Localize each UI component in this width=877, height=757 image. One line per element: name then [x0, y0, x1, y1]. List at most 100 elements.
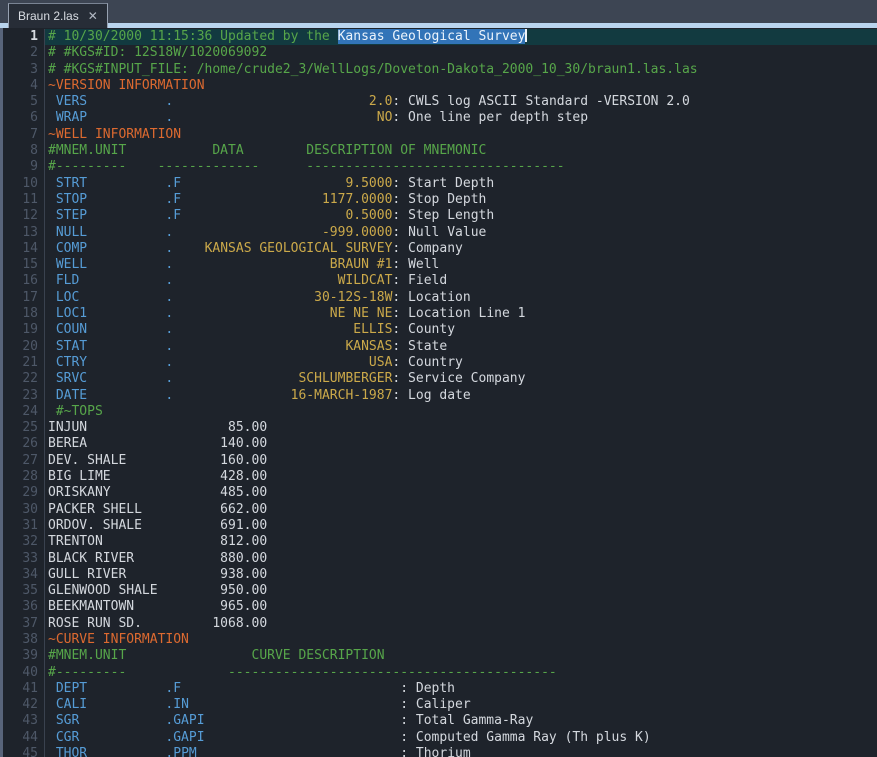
- tab-close-icon[interactable]: ✕: [88, 10, 98, 22]
- code-token: ELLIS: [353, 322, 392, 337]
- code-line[interactable]: 37ROSE RUN SD. 1068.00: [3, 616, 877, 632]
- line-number[interactable]: 13: [3, 225, 45, 241]
- code-token: TRENTON 812.00: [48, 534, 267, 549]
- code-line[interactable]: 44 CGR .GAPI : Computed Gamma Ray (Th pl…: [3, 730, 877, 746]
- code-line[interactable]: 7~WELL INFORMATION: [3, 127, 877, 143]
- code-line[interactable]: 28BIG LIME 428.00: [3, 469, 877, 485]
- code-line[interactable]: 38~CURVE INFORMATION: [3, 632, 877, 648]
- line-number[interactable]: 4: [3, 78, 45, 94]
- line-number[interactable]: 22: [3, 371, 45, 387]
- line-number[interactable]: 10: [3, 176, 45, 192]
- line-number[interactable]: 34: [3, 567, 45, 583]
- line-number[interactable]: 18: [3, 306, 45, 322]
- line-number[interactable]: 24: [3, 404, 45, 420]
- line-number[interactable]: 19: [3, 322, 45, 338]
- line-number[interactable]: 11: [3, 192, 45, 208]
- code-token: .GAPI: [165, 713, 204, 728]
- code-line[interactable]: 11 STOP .F 1177.0000: Stop Depth: [3, 192, 877, 208]
- line-number[interactable]: 44: [3, 730, 45, 746]
- code-line[interactable]: 40#--------- ---------------------------…: [3, 665, 877, 681]
- line-number[interactable]: 41: [3, 681, 45, 697]
- line-number[interactable]: 45: [3, 746, 45, 757]
- code-line[interactable]: 5 VERS . 2.0: CWLS log ASCII Standard -V…: [3, 94, 877, 110]
- line-number[interactable]: 36: [3, 599, 45, 615]
- line-number[interactable]: 27: [3, 453, 45, 469]
- code-line[interactable]: 12 STEP .F 0.5000: Step Length: [3, 208, 877, 224]
- code-line[interactable]: 45 THOR .PPM : Thorium: [3, 746, 877, 757]
- code-line[interactable]: 27DEV. SHALE 160.00: [3, 453, 877, 469]
- code-line[interactable]: 3# #KGS#INPUT_FILE: /home/crude2_3/WellL…: [3, 62, 877, 78]
- code-line[interactable]: 41 DEPT .F : Depth: [3, 681, 877, 697]
- code-line[interactable]: 30PACKER SHELL 662.00: [3, 502, 877, 518]
- line-number[interactable]: 14: [3, 241, 45, 257]
- line-number[interactable]: 37: [3, 616, 45, 632]
- line-number[interactable]: 43: [3, 713, 45, 729]
- code-text: #MNEM.UNIT CURVE DESCRIPTION: [45, 648, 877, 664]
- line-number[interactable]: 42: [3, 697, 45, 713]
- line-number[interactable]: 33: [3, 551, 45, 567]
- code-line[interactable]: 42 CALI .IN : Caliper: [3, 697, 877, 713]
- line-number[interactable]: 31: [3, 518, 45, 534]
- line-number[interactable]: 23: [3, 388, 45, 404]
- code-line[interactable]: 8#MNEM.UNIT DATA DESCRIPTION OF MNEMONIC: [3, 143, 877, 159]
- line-number[interactable]: 38: [3, 632, 45, 648]
- line-number[interactable]: 28: [3, 469, 45, 485]
- code-line[interactable]: 6 WRAP . NO: One line per depth step: [3, 110, 877, 126]
- line-number[interactable]: 40: [3, 665, 45, 681]
- code-line[interactable]: 39#MNEM.UNIT CURVE DESCRIPTION: [3, 648, 877, 664]
- code-line[interactable]: 33BLACK RIVER 880.00: [3, 551, 877, 567]
- code-token: [173, 241, 204, 256]
- line-number[interactable]: 5: [3, 94, 45, 110]
- code-line[interactable]: 32TRENTON 812.00: [3, 534, 877, 550]
- code-line[interactable]: 16 FLD . WILDCAT: Field: [3, 273, 877, 289]
- code-line[interactable]: 21 CTRY . USA: Country: [3, 355, 877, 371]
- code-line[interactable]: 14 COMP . KANSAS GEOLOGICAL SURVEY: Comp…: [3, 241, 877, 257]
- code-line[interactable]: 23 DATE . 16-MARCH-1987: Log date: [3, 388, 877, 404]
- line-number[interactable]: 6: [3, 110, 45, 126]
- code-token: FLD: [48, 273, 79, 288]
- code-line[interactable]: 26BEREA 140.00: [3, 436, 877, 452]
- code-line[interactable]: 29ORISKANY 485.00: [3, 485, 877, 501]
- line-number[interactable]: 8: [3, 143, 45, 159]
- code-line[interactable]: 1# 10/30/2000 11:15:36 Updated by the Ka…: [3, 29, 877, 45]
- code-line[interactable]: 19 COUN . ELLIS: County: [3, 322, 877, 338]
- code-line[interactable]: 25INJUN 85.00: [3, 420, 877, 436]
- code-line[interactable]: 24 #~TOPS: [3, 404, 877, 420]
- line-number[interactable]: 3: [3, 62, 45, 78]
- line-number[interactable]: 25: [3, 420, 45, 436]
- code-line[interactable]: 20 STAT . KANSAS: State: [3, 339, 877, 355]
- line-number[interactable]: 17: [3, 290, 45, 306]
- line-number[interactable]: 29: [3, 485, 45, 501]
- code-token: [79, 730, 165, 745]
- code-line[interactable]: 13 NULL . -999.0000: Null Value: [3, 225, 877, 241]
- code-line[interactable]: 36BEEKMANTOWN 965.00: [3, 599, 877, 615]
- line-number[interactable]: 1: [3, 29, 45, 45]
- code-line[interactable]: 4~VERSION INFORMATION: [3, 78, 877, 94]
- line-number[interactable]: 9: [3, 159, 45, 175]
- code-text: THOR .PPM : Thorium: [45, 746, 877, 757]
- line-number[interactable]: 26: [3, 436, 45, 452]
- line-number[interactable]: 12: [3, 208, 45, 224]
- file-tab[interactable]: Braun 2.las ✕: [8, 3, 108, 28]
- code-line[interactable]: 18 LOC1 . NE NE NE: Location Line 1: [3, 306, 877, 322]
- line-number[interactable]: 20: [3, 339, 45, 355]
- line-number[interactable]: 7: [3, 127, 45, 143]
- code-line[interactable]: 10 STRT .F 9.5000: Start Depth: [3, 176, 877, 192]
- line-number[interactable]: 32: [3, 534, 45, 550]
- code-line[interactable]: 22 SRVC . SCHLUMBERGER: Service Company: [3, 371, 877, 387]
- code-line[interactable]: 34GULL RIVER 938.00: [3, 567, 877, 583]
- code-line[interactable]: 15 WELL . BRAUN #1: Well: [3, 257, 877, 273]
- code-line[interactable]: 9#--------- ------------- --------------…: [3, 159, 877, 175]
- line-number[interactable]: 39: [3, 648, 45, 664]
- code-line[interactable]: 17 LOC . 30-12S-18W: Location: [3, 290, 877, 306]
- code-line[interactable]: 31ORDOV. SHALE 691.00: [3, 518, 877, 534]
- code-line[interactable]: 2# #KGS#ID: 12S18W/1020069092: [3, 45, 877, 61]
- code-line[interactable]: 43 SGR .GAPI : Total Gamma-Ray: [3, 713, 877, 729]
- line-number[interactable]: 30: [3, 502, 45, 518]
- line-number[interactable]: 35: [3, 583, 45, 599]
- line-number[interactable]: 15: [3, 257, 45, 273]
- line-number[interactable]: 16: [3, 273, 45, 289]
- line-number[interactable]: 21: [3, 355, 45, 371]
- code-line[interactable]: 35GLENWOOD SHALE 950.00: [3, 583, 877, 599]
- line-number[interactable]: 2: [3, 45, 45, 61]
